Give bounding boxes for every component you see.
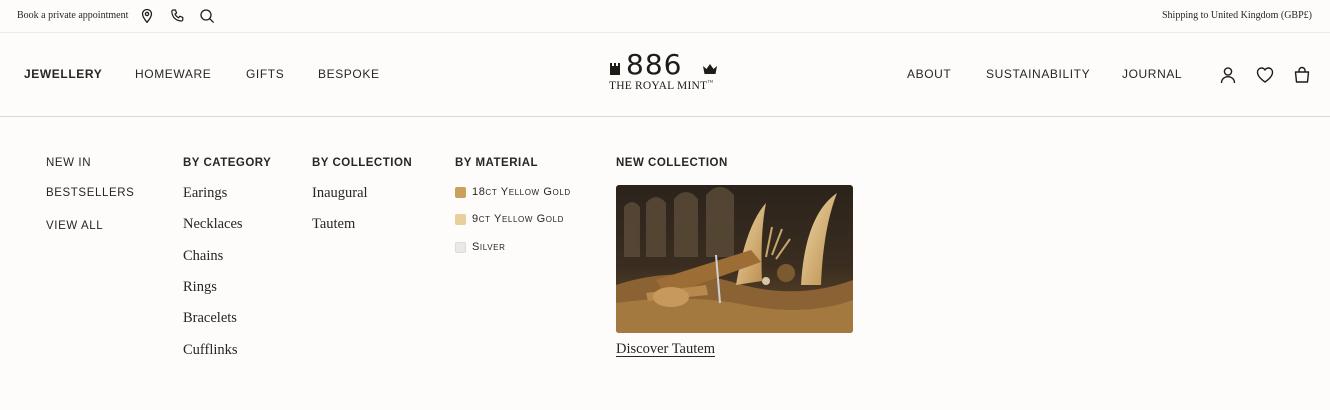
category-link-cufflinks[interactable]: Cufflinks: [183, 342, 238, 359]
logo-number: 886: [626, 48, 683, 81]
category-link-earings[interactable]: Earings: [183, 185, 227, 202]
category-link-bracelets[interactable]: Bracelets: [183, 310, 237, 327]
nav-gifts[interactable]: GIFTS: [246, 67, 284, 81]
nav-homeware[interactable]: HOMEWARE: [135, 67, 211, 81]
nav-journal[interactable]: JOURNAL: [1122, 67, 1182, 81]
nav-bespoke[interactable]: BESPOKE: [318, 67, 380, 81]
shipping-region-selector[interactable]: Shipping to United Kingdom (GBP£): [1162, 10, 1312, 21]
by-collection-heading: BY COLLECTION: [312, 157, 413, 169]
brand-logo[interactable]: 886 THE ROYAL MINT™: [608, 48, 723, 99]
material-swatch: [455, 242, 466, 253]
material-label: Silver: [472, 241, 506, 253]
category-link-chains[interactable]: Chains: [183, 248, 223, 265]
tautem-collection-photo: [616, 185, 853, 333]
category-link-rings[interactable]: Rings: [183, 279, 217, 296]
collection-link-tautem[interactable]: Tautem: [312, 216, 355, 233]
wishlist-heart-icon[interactable]: [1255, 65, 1275, 85]
by-material-heading: BY MATERIAL: [455, 157, 539, 169]
shopping-bag-icon[interactable]: [1292, 65, 1312, 85]
utility-bar: Book a private appointment Shipping to U…: [0, 0, 1330, 33]
nav-sustainability[interactable]: SUSTAINABILITY: [986, 67, 1090, 81]
location-pin-icon[interactable]: [139, 8, 155, 24]
menu-link-new-in[interactable]: NEW IN: [46, 157, 91, 169]
book-appointment-link[interactable]: Book a private appointment: [17, 10, 128, 21]
account-icon[interactable]: [1218, 65, 1238, 85]
material-swatch: [455, 214, 466, 225]
jewellery-mega-menu: NEW IN BESTSELLERS VIEW ALL BY CATEGORY …: [0, 118, 1330, 410]
nav-about[interactable]: ABOUT: [907, 67, 951, 81]
discover-tautem-link[interactable]: Discover Tautem: [616, 341, 715, 358]
material-swatch: [455, 187, 466, 198]
tautem-collection-image[interactable]: [616, 185, 853, 333]
material-label: 18ct Yellow Gold: [472, 186, 571, 198]
search-icon[interactable]: [199, 8, 215, 24]
collection-link-inaugural[interactable]: Inaugural: [312, 185, 368, 202]
by-category-heading: BY CATEGORY: [183, 157, 272, 169]
logo-subtitle: THE ROYAL MINT™: [609, 80, 714, 92]
material-label: 9ct Yellow Gold: [472, 213, 565, 225]
main-header: JEWELLERY HOMEWARE GIFTS BESPOKE 886 THE…: [0, 33, 1330, 117]
crown-icon: [703, 64, 717, 74]
new-collection-heading: NEW COLLECTION: [616, 157, 728, 169]
menu-link-bestsellers[interactable]: BESTSELLERS: [46, 187, 134, 199]
crown-jewel-icon: [610, 63, 620, 75]
nav-jewellery[interactable]: JEWELLERY: [24, 67, 102, 81]
phone-icon[interactable]: [169, 8, 185, 24]
menu-link-view-all[interactable]: VIEW ALL: [46, 220, 103, 232]
category-link-necklaces[interactable]: Necklaces: [183, 216, 243, 233]
